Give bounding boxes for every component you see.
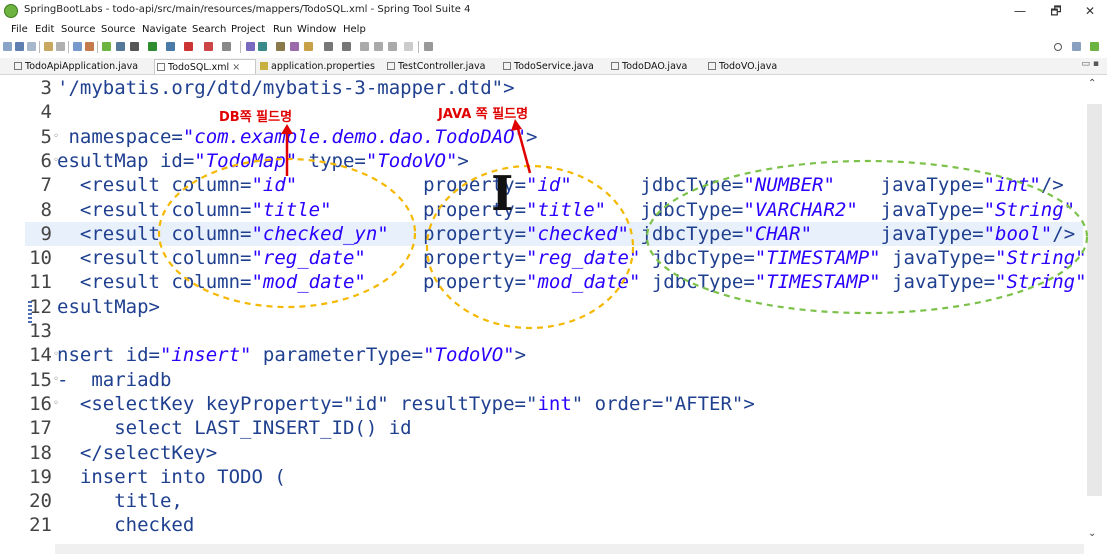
java-field-label: JAVA 쪽 필드명	[438, 107, 529, 122]
annotation-overlay	[157, 119, 1089, 330]
text-cursor-icon: I	[491, 166, 514, 222]
type-field-ellipse	[645, 159, 1089, 315]
java-field-ellipse	[425, 164, 635, 330]
db-field-label: DB쪽 필드명	[219, 110, 293, 125]
db-arrow-head	[281, 124, 293, 134]
db-field-ellipse	[157, 157, 417, 309]
